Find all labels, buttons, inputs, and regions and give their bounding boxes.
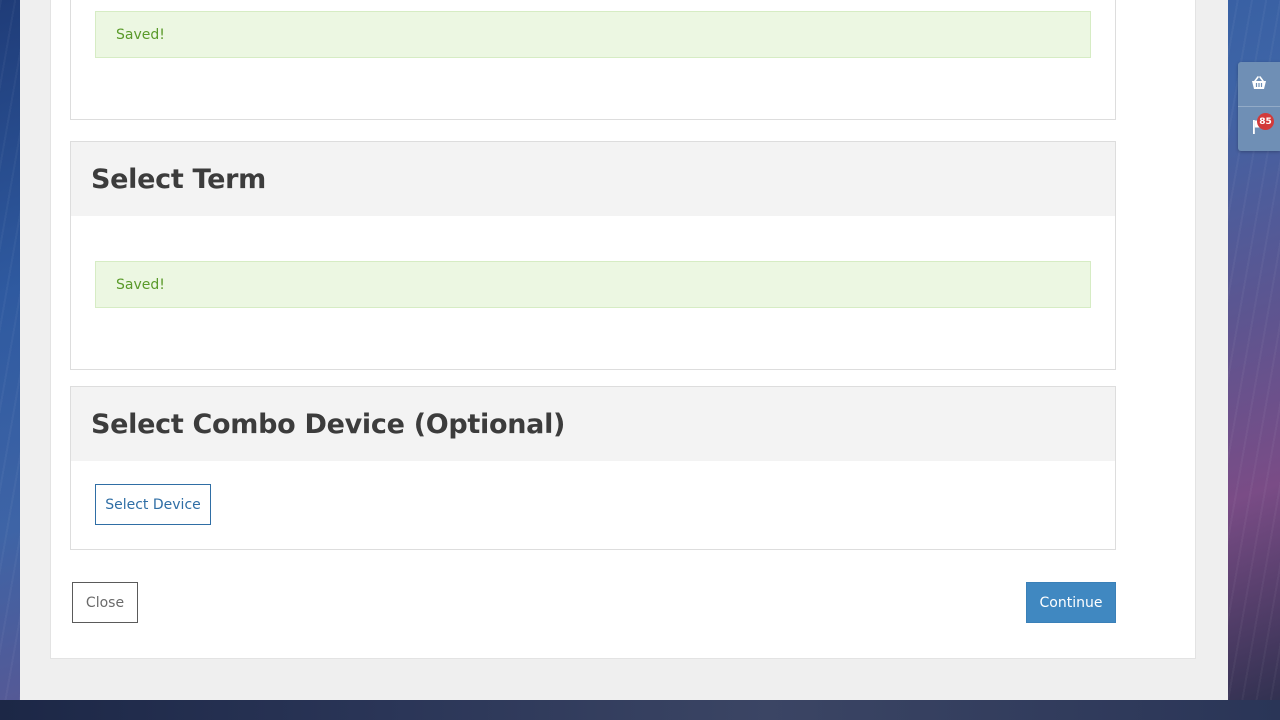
notification-count-badge: 85 — [1257, 113, 1274, 130]
side-toolbar: 85 — [1238, 62, 1280, 151]
basket-icon — [1251, 75, 1267, 94]
saved-alert-text: Saved! — [116, 276, 165, 293]
section-header: Select Term — [71, 142, 1115, 216]
basket-button[interactable] — [1238, 62, 1280, 107]
select-device-button[interactable]: Select Device — [95, 484, 211, 525]
desktop-bottom-strip — [0, 700, 1280, 720]
previous-section: Saved! — [70, 0, 1116, 120]
continue-button[interactable]: Continue — [1026, 582, 1116, 623]
close-button[interactable]: Close — [72, 582, 138, 623]
notifications-button[interactable]: 85 — [1238, 107, 1280, 151]
saved-alert: Saved! — [95, 11, 1091, 58]
section-title: Select Term — [91, 163, 266, 195]
section-header: Select Combo Device (Optional) — [71, 387, 1115, 461]
app-window: Saved! Select Term Saved! Select Combo D… — [20, 0, 1228, 700]
select-combo-device-section: Select Combo Device (Optional) Select De… — [70, 386, 1116, 550]
saved-alert-text: Saved! — [116, 26, 165, 43]
select-term-section: Select Term Saved! — [70, 141, 1116, 370]
section-title: Select Combo Device (Optional) — [91, 408, 566, 440]
saved-alert: Saved! — [95, 261, 1091, 308]
